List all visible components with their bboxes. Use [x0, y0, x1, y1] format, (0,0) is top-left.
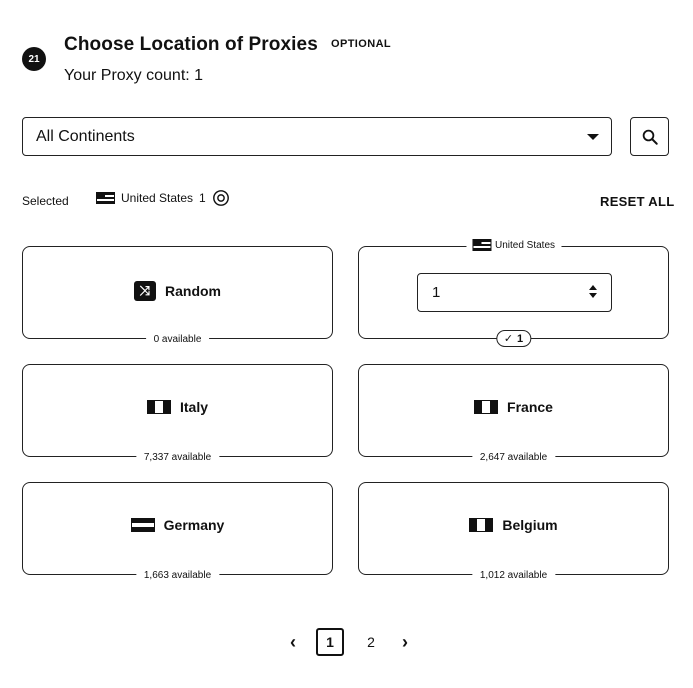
search-icon: [642, 129, 658, 145]
card-label: Germany: [163, 517, 225, 533]
location-card-italy[interactable]: Italy 7,337 available: [22, 364, 333, 463]
dropdown-arrow-icon: [587, 134, 599, 140]
available-count: 7,337 available: [135, 452, 220, 463]
selected-chip: United States 1: [96, 188, 230, 208]
location-card-random[interactable]: ⤨ Random 0 available: [22, 246, 333, 345]
location-card-united-states[interactable]: United States 1 ✓ 1: [358, 239, 669, 347]
available-count: 0 available: [145, 334, 210, 345]
us-flag-icon: [471, 239, 491, 251]
italy-flag-icon: [146, 400, 171, 414]
continent-select[interactable]: All Continents: [22, 117, 612, 156]
available-count: 1,663 available: [135, 570, 220, 581]
card-label: Italy: [179, 399, 208, 415]
optional-tag: OPTIONAL: [331, 38, 392, 50]
available-count: 2,647 available: [471, 452, 556, 463]
card-top-label: United States: [465, 239, 562, 251]
quantity-value: 1: [432, 284, 441, 301]
location-card-france[interactable]: France 2,647 available: [358, 364, 669, 463]
quantity-stepper[interactable]: 1: [417, 273, 612, 312]
belgium-flag-icon: [469, 518, 494, 532]
selected-label: Selected: [22, 194, 69, 208]
remove-circle-icon[interactable]: [212, 189, 230, 207]
continent-select-value: All Continents: [36, 128, 135, 145]
check-icon: ✓: [503, 333, 514, 345]
selected-chip-country: United States: [121, 191, 194, 205]
card-label: United States: [494, 239, 556, 251]
search-button[interactable]: [630, 117, 669, 156]
badge-count: 1: [517, 332, 524, 345]
card-label: Belgium: [502, 517, 558, 533]
page-button-current[interactable]: 1: [316, 628, 344, 656]
chevron-right-icon[interactable]: ›: [398, 632, 412, 653]
selected-chip-count: 1: [199, 191, 206, 205]
germany-flag-icon: [130, 518, 155, 533]
reset-all-button[interactable]: RESET ALL: [600, 194, 674, 209]
us-flag-icon: [96, 192, 115, 204]
page-title: Choose Location of Proxies: [64, 34, 318, 55]
spinner-arrows-icon[interactable]: [589, 285, 597, 298]
chevron-left-icon[interactable]: ‹: [286, 632, 300, 653]
available-count: 1,012 available: [471, 570, 556, 581]
france-flag-icon: [474, 400, 499, 414]
location-card-belgium[interactable]: Belgium 1,012 available: [358, 482, 669, 581]
selected-count-badge: ✓ 1: [495, 330, 532, 347]
page-button-2[interactable]: 2: [360, 634, 382, 650]
location-card-germany[interactable]: Germany 1,663 available: [22, 482, 333, 581]
card-label: Random: [165, 283, 221, 299]
card-label: France: [507, 399, 553, 415]
pagination: ‹ 1 2 ›: [286, 627, 412, 657]
proxy-count-text: Your Proxy count: 1: [64, 67, 204, 84]
step-badge: 21: [22, 47, 46, 71]
shuffle-icon: ⤨: [134, 281, 156, 301]
